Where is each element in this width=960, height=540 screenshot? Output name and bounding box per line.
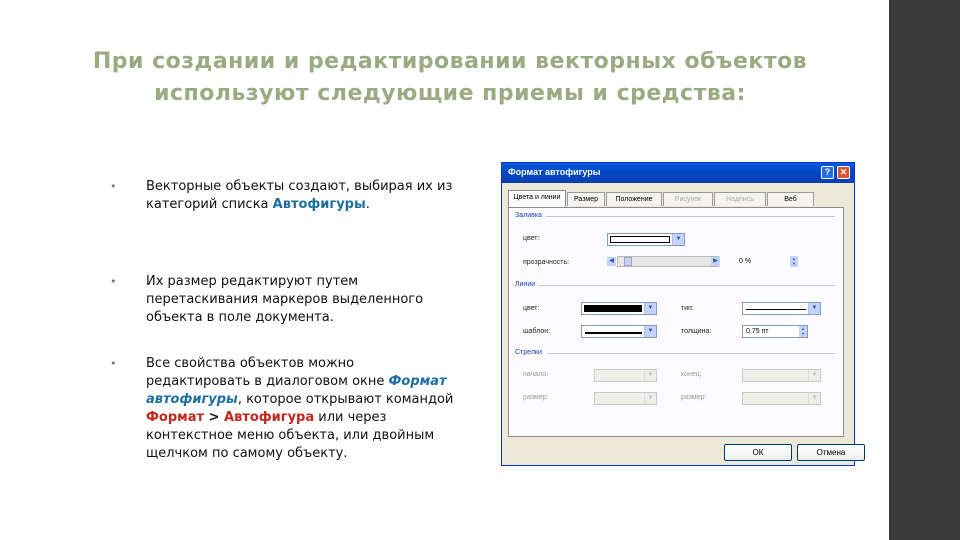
slider-left-arrow-icon[interactable]: ◀ [607, 257, 616, 266]
slider-right-arrow-icon[interactable]: ▶ [711, 257, 720, 266]
tab-size[interactable]: Размер [567, 192, 605, 206]
bullet-2-text: Их размер редактируют путем перетаскиван… [146, 274, 424, 325]
arrow-start-size-select[interactable]: ▼ [594, 392, 657, 405]
tab-picture[interactable]: Рисунок [663, 192, 713, 206]
tab-web[interactable]: Веб [767, 192, 814, 206]
slide-title: При создании и редактировании векторных … [40, 46, 860, 110]
slider-thumb[interactable] [624, 257, 632, 266]
chevron-down-icon: ▼ [808, 303, 820, 314]
fill-color-select[interactable]: ▼ [607, 233, 685, 246]
cancel-button[interactable]: Отмена [797, 444, 865, 461]
title-line-1: При создании и редактировании векторных … [92, 49, 808, 74]
arrow-end-size-label: размер: [681, 394, 707, 401]
group-divider [545, 216, 835, 217]
arrow-start-label: начало: [523, 371, 549, 378]
line-thickness-value: 0,75 пт [746, 328, 769, 335]
transparency-slider[interactable] [617, 256, 719, 267]
group-divider [539, 285, 835, 286]
help-button[interactable]: ? [821, 166, 834, 179]
line-pattern-label: шаблон: [523, 328, 551, 335]
chevron-down-icon: ▼ [672, 234, 684, 245]
line-thickness-label: толщина: [681, 328, 712, 335]
tab-colors-and-lines[interactable]: Цвета и линии [508, 190, 566, 207]
transparency-value: 0 % [739, 258, 752, 265]
menu-separator: > [204, 410, 225, 425]
arrow-start-size-label: размер: [523, 394, 549, 401]
fill-color-swatch [610, 236, 670, 243]
dialog-title: Формат автофигуры [508, 167, 601, 177]
spinner-icon[interactable]: ▲ ▼ [799, 326, 807, 337]
bullet-dot: • [110, 180, 117, 193]
chevron-down-icon: ▼ [644, 326, 656, 337]
arrow-end-size-select[interactable]: ▼ [742, 392, 821, 405]
format-command-highlight: Формат [146, 410, 205, 425]
line-type-preview [746, 308, 806, 310]
group-divider [547, 353, 835, 354]
bullet-3-text-1: Все свойства объектов можно редактироват… [146, 356, 389, 389]
line-type-select[interactable]: ▼ [742, 302, 821, 315]
tab-panel: Заливка цвет: ▼ прозрачность: ◀ ▶ 0 % ▲ ▼… [508, 207, 844, 437]
line-color-select[interactable]: ▼ [581, 302, 657, 315]
autoshapes-highlight: Автофигуры [272, 197, 366, 212]
arrow-end-label: конец: [681, 371, 702, 378]
line-thickness-input[interactable]: 0,75 пт ▲ ▼ [742, 325, 808, 338]
bullet-1-end: . [365, 197, 370, 212]
arrows-group-label: Стрелки [515, 349, 542, 356]
fill-color-label: цвет: [523, 235, 540, 242]
slide-right-bar [889, 0, 960, 540]
line-pattern-select[interactable]: ▼ [581, 325, 657, 338]
chevron-down-icon: ▼ [644, 303, 656, 314]
bullet-item-1: • Векторные объекты создают, выбирая их … [110, 178, 455, 214]
bullet-dot: • [110, 357, 117, 370]
dialog-titlebar[interactable]: Формат автофигуры ? ✕ [502, 163, 854, 183]
line-pattern-preview [585, 331, 642, 334]
chevron-down-icon: ▼ [808, 370, 820, 381]
spinner-icon[interactable]: ▲ ▼ [790, 256, 798, 267]
lines-group-label: Линии [515, 281, 536, 288]
autoshape-command-highlight: Автофигура [224, 410, 315, 425]
transparency-label: прозрачность: [523, 259, 570, 266]
chevron-down-icon: ▼ [808, 393, 820, 404]
title-line-2: используют следующие приемы и средства: [154, 81, 746, 106]
arrow-end-select[interactable]: ▼ [742, 369, 821, 382]
transparency-input[interactable]: 0 % ▲ ▼ [735, 255, 799, 268]
fill-group-label: Заливка [515, 212, 542, 219]
bullet-item-3: • Все свойства объектов можно редактиров… [110, 355, 455, 463]
close-button[interactable]: ✕ [837, 166, 850, 179]
tab-text-box[interactable]: Надпись [714, 192, 766, 206]
line-type-label: тип: [681, 305, 694, 312]
ok-button[interactable]: ОК [724, 444, 792, 461]
bullet-3-text-2: , которое открывают командой [237, 392, 454, 407]
chevron-down-icon: ▼ [644, 370, 656, 381]
line-color-label: цвет: [523, 305, 540, 312]
line-color-swatch [584, 305, 642, 312]
format-autoshape-dialog: Формат автофигуры ? ✕ Цвета и линии Разм… [501, 162, 865, 466]
tab-position[interactable]: Положение [606, 192, 662, 206]
bullet-dot: • [110, 275, 117, 288]
chevron-down-icon: ▼ [644, 393, 656, 404]
arrow-start-select[interactable]: ▼ [594, 369, 657, 382]
bullet-item-2: • Их размер редактируют путем перетаскив… [110, 273, 455, 327]
